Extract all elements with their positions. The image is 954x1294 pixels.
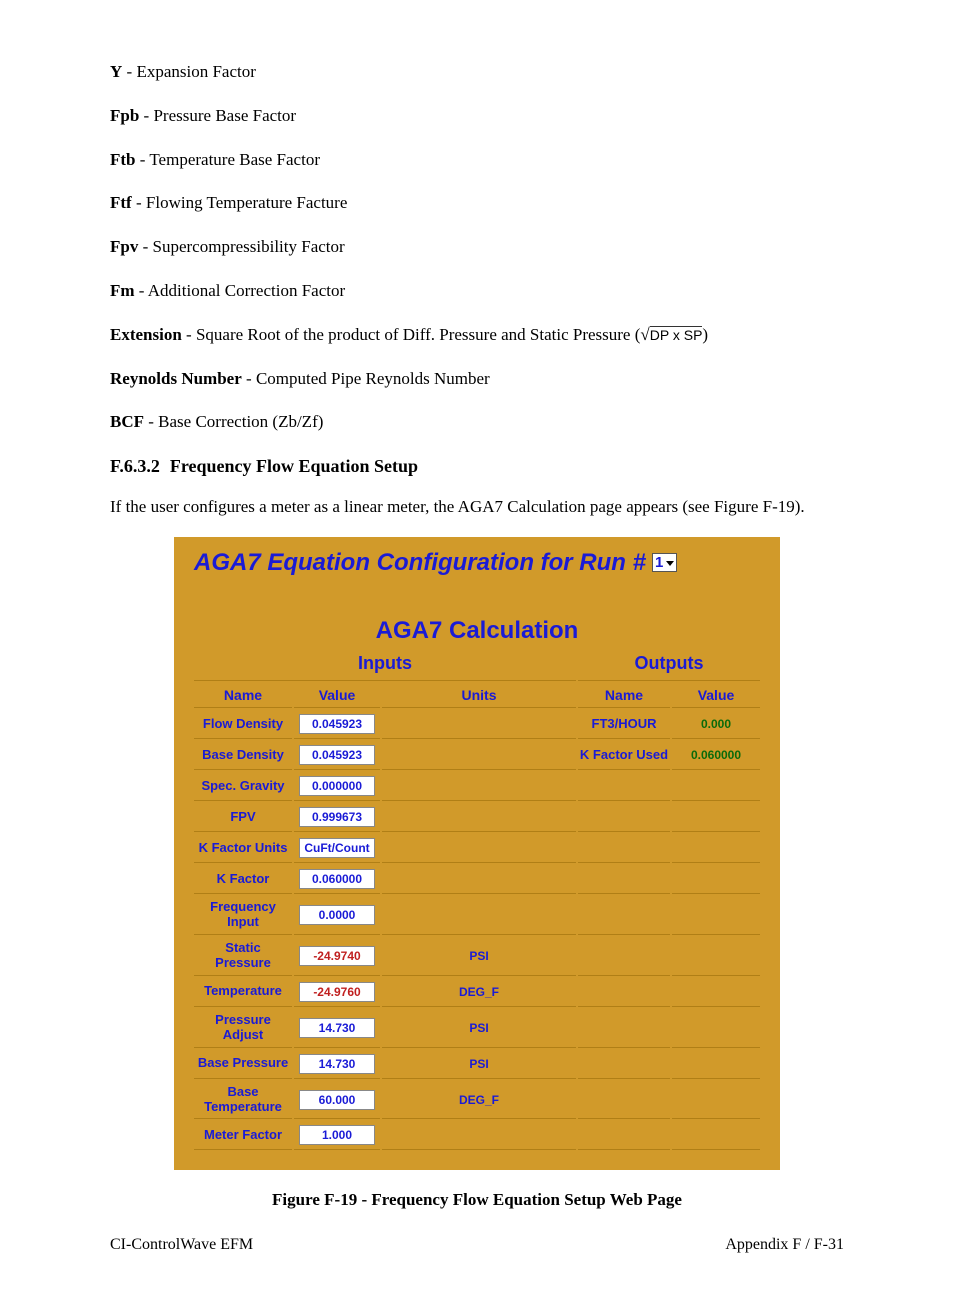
- col-value-header: Value: [294, 683, 380, 708]
- input-value-cell: -24.9760: [294, 978, 380, 1007]
- input-value-cell: 0.0000: [294, 896, 380, 935]
- page-footer: CI-ControlWave EFM Appendix F / F-31: [110, 1236, 844, 1254]
- input-label: Flow Density: [194, 710, 292, 739]
- col-name-header: Name: [194, 683, 292, 708]
- input-label: Meter Factor: [194, 1121, 292, 1150]
- input-value[interactable]: -24.9760: [299, 982, 375, 1002]
- output-value: 0.000: [672, 710, 760, 739]
- output-value: 0.060000: [672, 741, 760, 770]
- col-name-header: Name: [578, 683, 670, 708]
- input-value[interactable]: 60.000: [299, 1090, 375, 1110]
- def-desc: Supercompressibility Factor: [153, 237, 345, 256]
- figure-caption: Figure F-19 - Frequency Flow Equation Se…: [110, 1190, 844, 1210]
- figure-container: AGA7 Equation Configuration for Run # 1 …: [110, 537, 844, 1171]
- section-heading: F.6.3.2 Frequency Flow Equation Setup: [110, 456, 844, 477]
- input-value-cell: 14.730: [294, 1009, 380, 1048]
- body-paragraph: If the user configures a meter as a line…: [110, 495, 844, 519]
- input-units: PSI: [382, 937, 576, 976]
- input-value-cell: 60.000: [294, 1081, 380, 1120]
- col-value-header: Value: [672, 683, 760, 708]
- def-sym: Ftb: [110, 150, 136, 169]
- input-units: [382, 741, 576, 770]
- aga7-calc-table: AGA7 Calculation Inputs Outputs Name Val…: [192, 611, 762, 1153]
- output-label: FT3/HOUR: [578, 710, 670, 739]
- input-label: Frequency Input: [194, 896, 292, 935]
- input-label: Base Density: [194, 741, 292, 770]
- input-value-cell: 0.045923: [294, 710, 380, 739]
- input-value[interactable]: 0.045923: [299, 714, 375, 734]
- aga7-title: AGA7 Equation Configuration for Run # 1: [194, 549, 762, 577]
- input-units: [382, 803, 576, 832]
- def-desc: Flowing Temperature Facture: [146, 193, 348, 212]
- input-units: PSI: [382, 1050, 576, 1079]
- def-sym: Fm: [110, 281, 135, 300]
- calc-title: AGA7 Calculation: [194, 613, 760, 649]
- input-label: K Factor Units: [194, 834, 292, 863]
- input-units: [382, 772, 576, 801]
- input-label: Spec. Gravity: [194, 772, 292, 801]
- input-value-cell: 0.060000: [294, 865, 380, 894]
- input-value-cell: 0.000000: [294, 772, 380, 801]
- input-label: K Factor: [194, 865, 292, 894]
- input-units: [382, 834, 576, 863]
- input-value[interactable]: 0.060000: [299, 869, 375, 889]
- input-label: Base Pressure: [194, 1050, 292, 1079]
- input-value-cell: 14.730: [294, 1050, 380, 1079]
- input-label: Static Pressure: [194, 937, 292, 976]
- input-value[interactable]: 14.730: [299, 1018, 375, 1038]
- output-label: K Factor Used: [578, 741, 670, 770]
- footer-left: CI-ControlWave EFM: [110, 1236, 253, 1254]
- def-desc: Additional Correction Factor: [148, 281, 345, 300]
- section-number: F.6.3.2: [110, 456, 160, 476]
- aga7-panel: AGA7 Equation Configuration for Run # 1 …: [174, 537, 780, 1171]
- input-label: Base Temperature: [194, 1081, 292, 1120]
- input-value[interactable]: 0.999673: [299, 807, 375, 827]
- def-sym: Y: [110, 62, 122, 81]
- def-sym: Reynolds Number: [110, 369, 242, 388]
- input-units: [382, 1121, 576, 1150]
- def-desc: Square Root of the product of Diff. Pres…: [196, 325, 640, 344]
- input-value[interactable]: -24.9740: [299, 946, 375, 966]
- outputs-header: Outputs: [578, 651, 760, 681]
- input-value-cell: 1.000: [294, 1121, 380, 1150]
- input-value[interactable]: 14.730: [299, 1054, 375, 1074]
- input-label: FPV: [194, 803, 292, 832]
- input-value[interactable]: 0.0000: [299, 905, 375, 925]
- input-value[interactable]: 0.045923: [299, 745, 375, 765]
- input-label: Temperature: [194, 978, 292, 1007]
- definition-list: Y - Expansion Factor Fpb - Pressure Base…: [110, 60, 844, 434]
- input-units: DEG_F: [382, 1081, 576, 1120]
- def-sym: BCF: [110, 412, 144, 431]
- def-sym: Ftf: [110, 193, 132, 212]
- input-value-cell: CuFt/Count: [294, 834, 380, 863]
- input-units: [382, 710, 576, 739]
- def-desc: Computed Pipe Reynolds Number: [256, 369, 490, 388]
- input-value-cell: 0.999673: [294, 803, 380, 832]
- def-desc: Base Correction (Zb/Zf): [158, 412, 323, 431]
- def-sym: Extension: [110, 325, 182, 344]
- input-units: [382, 865, 576, 894]
- def-desc: Temperature Base Factor: [149, 150, 320, 169]
- input-units: [382, 896, 576, 935]
- footer-right: Appendix F / F-31: [725, 1236, 844, 1254]
- input-value[interactable]: 0.000000: [299, 776, 375, 796]
- sqrt-expr: DP x SP: [650, 326, 703, 343]
- def-sym: Fpb: [110, 106, 139, 125]
- input-value[interactable]: 1.000: [299, 1125, 375, 1145]
- inputs-header: Inputs: [194, 651, 576, 681]
- input-label: Pressure Adjust: [194, 1009, 292, 1048]
- col-units-header: Units: [382, 683, 576, 708]
- input-units: DEG_F: [382, 978, 576, 1007]
- section-title: Frequency Flow Equation Setup: [170, 456, 418, 476]
- input-value-cell: 0.045923: [294, 741, 380, 770]
- def-sym: Fpv: [110, 237, 138, 256]
- input-units: PSI: [382, 1009, 576, 1048]
- def-desc: Pressure Base Factor: [153, 106, 296, 125]
- input-value[interactable]: CuFt/Count: [299, 838, 375, 858]
- run-number-select[interactable]: 1: [652, 553, 677, 572]
- input-value-cell: -24.9740: [294, 937, 380, 976]
- def-desc: Expansion Factor: [136, 62, 255, 81]
